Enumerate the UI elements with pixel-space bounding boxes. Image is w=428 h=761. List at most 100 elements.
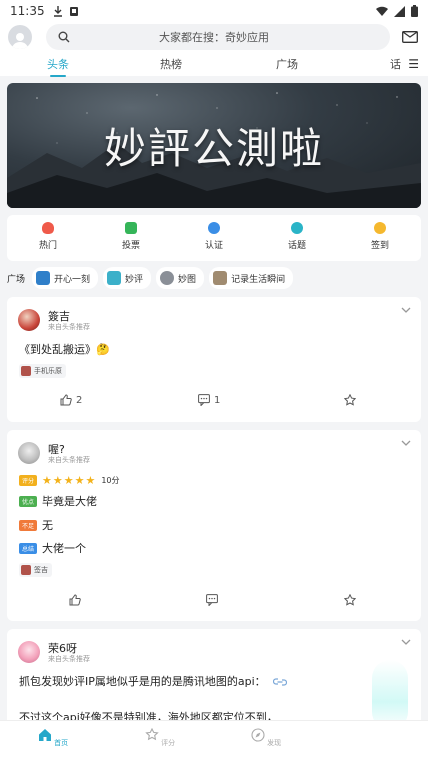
quick-hot-label: 热门 xyxy=(38,241,57,251)
plaza-chip-life[interactable]: 记录生活瞬间 xyxy=(209,267,294,289)
user-avatar[interactable] xyxy=(8,25,32,49)
cons-row: 不足 无 xyxy=(19,517,53,533)
avatar[interactable] xyxy=(18,309,40,331)
post-card[interactable]: 簽吉 来自头条推荐 《到处乱搬运》🤔 手机乐原 2 1 xyxy=(7,297,421,422)
top-bar: 大家都在搜：奇妙应用 xyxy=(0,22,428,52)
pros-badge: 优点 xyxy=(19,495,38,507)
comment-icon xyxy=(198,394,210,406)
rating-badge: 评分 xyxy=(19,475,38,486)
favorite-button[interactable] xyxy=(344,394,356,406)
favorite-button[interactable] xyxy=(344,594,356,606)
notification-icon xyxy=(69,6,78,16)
post-tag-label: 手机乐原 xyxy=(34,367,62,375)
summary-badge: 总结 xyxy=(19,542,38,554)
link-icon[interactable] xyxy=(273,677,288,687)
menu-icon[interactable]: ☰ xyxy=(408,57,419,71)
promo-banner[interactable]: 妙評公測啦 xyxy=(7,83,421,208)
chevron-down-icon[interactable] xyxy=(401,639,411,645)
picture-icon xyxy=(160,271,175,285)
post-tag[interactable]: 签吉 xyxy=(19,563,52,577)
vote-icon xyxy=(125,222,137,234)
home-icon xyxy=(38,729,51,741)
status-time: 11:35 xyxy=(10,4,45,18)
review-icon xyxy=(107,271,122,285)
category-tabs: 头条 热榜 广场 话 ☰ xyxy=(0,52,428,76)
download-icon xyxy=(53,5,62,17)
star-icon xyxy=(344,394,356,406)
pros-row: 优点 毕竟是大佬 xyxy=(19,493,97,509)
plaza-chip-label: 记录生活瞬间 xyxy=(231,274,286,285)
post-text-line: 抓包发现妙评IP属地似乎是用的是腾讯地图的api： xyxy=(19,675,266,688)
quick-topic[interactable]: 话题 xyxy=(272,222,322,251)
plaza-chip-label: 妙评 xyxy=(125,274,144,285)
plaza-chip-happy[interactable]: 开心一刻 xyxy=(32,267,99,289)
plaza-chip-label: 妙图 xyxy=(178,274,197,285)
comment-count: 1 xyxy=(214,394,221,406)
tab-plaza[interactable]: 广场 xyxy=(276,56,298,72)
cons-text: 无 xyxy=(42,519,54,532)
comment-icon xyxy=(206,594,218,606)
nav-home-label: 首页 xyxy=(54,739,69,747)
thumbs-up-icon xyxy=(60,394,72,406)
status-bar: 11:35 xyxy=(0,0,428,22)
pros-text: 毕竟是大佬 xyxy=(42,495,98,508)
quick-vote-label: 投票 xyxy=(121,241,140,251)
checkin-icon xyxy=(374,222,386,234)
rating-score: 10分 xyxy=(101,476,120,485)
like-button[interactable] xyxy=(69,594,81,606)
plaza-chip-review[interactable]: 妙评 xyxy=(103,267,152,289)
summary-text: 大佬一个 xyxy=(42,542,87,555)
like-button[interactable]: 2 xyxy=(60,394,82,406)
nav-discover-label: 发现 xyxy=(267,739,282,747)
plaza-chip-label: 开心一刻 xyxy=(54,274,91,285)
shield-icon xyxy=(208,222,220,234)
post-tag-label: 签吉 xyxy=(34,566,48,574)
quick-checkin[interactable]: 签到 xyxy=(355,222,405,251)
mail-icon xyxy=(402,31,418,43)
nav-home[interactable]: 首页 xyxy=(33,728,73,748)
plaza-row: 广场 开心一刻 妙评 妙图 记录生活瞬间 xyxy=(7,266,294,290)
chevron-down-icon[interactable] xyxy=(401,307,411,313)
nav-rating[interactable]: 评分 xyxy=(140,727,180,748)
post-card[interactable]: 喔? 来自头条推荐 评分 ★★★★★ 10分 优点 毕竟是大佬 不足 无 总结 … xyxy=(7,430,421,621)
wifi-icon xyxy=(376,6,388,16)
cons-badge: 不足 xyxy=(19,519,38,531)
comment-button[interactable] xyxy=(206,594,218,606)
bottom-nav: 首页 评分 发现 xyxy=(0,720,428,761)
tab-topics[interactable]: 话 xyxy=(390,56,401,72)
avatar[interactable] xyxy=(18,442,40,464)
plaza-chip-picture[interactable]: 妙图 xyxy=(156,267,205,289)
like-count: 2 xyxy=(76,394,83,406)
search-icon xyxy=(58,31,70,43)
chevron-down-icon[interactable] xyxy=(401,440,411,446)
post-text: 抓包发现妙评IP属地似乎是用的是腾讯地图的api： xyxy=(19,673,288,689)
post-source: 来自头条推荐 xyxy=(48,456,90,464)
quick-checkin-label: 签到 xyxy=(370,241,389,251)
tab-hot-list[interactable]: 热榜 xyxy=(160,56,182,72)
quick-verify[interactable]: 认证 xyxy=(189,222,239,251)
tag-avatar xyxy=(21,366,31,376)
comment-button[interactable]: 1 xyxy=(198,394,220,406)
quick-vote[interactable]: 投票 xyxy=(106,222,156,251)
post-source: 来自头条推荐 xyxy=(48,323,90,331)
post-tag[interactable]: 手机乐原 xyxy=(19,364,66,378)
signal-icon xyxy=(394,5,405,17)
banner-title: 妙評公測啦 xyxy=(103,124,324,173)
quick-topic-label: 话题 xyxy=(287,241,306,251)
rating-stars: ★★★★★ xyxy=(42,474,97,487)
search-bar[interactable]: 大家都在搜：奇妙应用 xyxy=(46,24,390,50)
award-icon xyxy=(145,727,159,741)
plaza-label: 广场 xyxy=(7,274,26,285)
star-icon xyxy=(344,594,356,606)
post-text: 《到处乱搬运》🤔 xyxy=(19,343,110,356)
messages-button[interactable] xyxy=(400,31,420,43)
summary-row: 总结 大佬一个 xyxy=(19,540,86,556)
quick-hot[interactable]: 热门 xyxy=(23,222,73,251)
quick-actions: 热门 投票 认证 话题 签到 xyxy=(7,215,421,261)
nav-rating-label: 评分 xyxy=(161,739,176,747)
avatar[interactable] xyxy=(18,641,40,663)
nav-discover[interactable]: 发现 xyxy=(246,728,286,748)
rating-row: 评分 ★★★★★ 10分 xyxy=(19,474,120,487)
tab-headlines[interactable]: 头条 xyxy=(47,56,69,72)
compass-icon xyxy=(251,728,265,742)
